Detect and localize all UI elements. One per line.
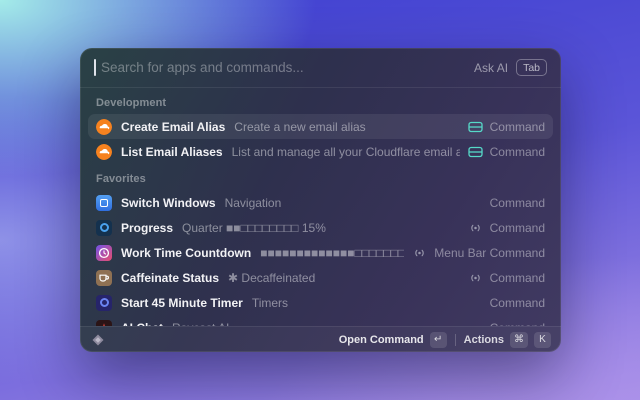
open-command-label: Open Command xyxy=(339,334,424,346)
progress-icon xyxy=(96,220,112,236)
ai-chat-icon xyxy=(96,320,112,327)
actions-button[interactable]: Actions ⌘ K xyxy=(464,332,551,348)
item-type-label: Command xyxy=(490,196,545,210)
item-subtitle: ■■■■■■■■■■■■■□□□□□□□ 63% xyxy=(260,246,404,260)
command-card-icon xyxy=(468,121,483,133)
open-command-button[interactable]: Open Command ↵ xyxy=(339,332,447,348)
search-input[interactable]: Search for apps and commands... Ask AI T… xyxy=(80,48,561,88)
section-header: Favorites xyxy=(88,164,553,190)
item-type-label: Command xyxy=(490,221,545,235)
k-key-badge: K xyxy=(534,332,551,348)
enter-key-badge: ↵ xyxy=(430,332,447,348)
list-item[interactable]: Create Email Alias Create a new email al… xyxy=(88,114,553,139)
item-title: Switch Windows xyxy=(121,196,216,210)
item-title: Start 45 Minute Timer xyxy=(121,296,243,310)
text-caret xyxy=(94,59,96,76)
item-type-label: Command xyxy=(490,145,545,159)
list-item[interactable]: Progress Quarter ■■□□□□□□□□ 15% Command xyxy=(88,215,553,240)
work-time-icon xyxy=(96,245,112,261)
item-subtitle: Quarter ■■□□□□□□□□ 15% xyxy=(182,221,460,235)
raycast-logo-icon xyxy=(90,332,106,348)
broadcast-icon xyxy=(412,247,427,259)
list-section: Favorites Switch Windows Navigation Comm… xyxy=(88,164,553,326)
item-subtitle: Timers xyxy=(252,296,482,310)
list-section: Development Create Email Alias Create a … xyxy=(88,88,553,164)
cloudflare-icon xyxy=(96,119,112,135)
cmd-key-badge: ⌘ xyxy=(510,332,528,348)
raycast-window: Search for apps and commands... Ask AI T… xyxy=(80,48,561,352)
caffeinate-icon xyxy=(96,270,112,286)
item-subtitle: ✱ Decaffeinated xyxy=(228,271,460,285)
item-type-label: Menu Bar Command xyxy=(434,246,545,260)
broadcast-icon xyxy=(468,272,483,284)
command-list: Development Create Email Alias Create a … xyxy=(80,88,561,326)
list-item[interactable]: Caffeinate Status ✱ Decaffeinated Comman… xyxy=(88,265,553,290)
item-subtitle: List and manage all your Cloudflare emai… xyxy=(232,145,460,159)
item-type-label: Command xyxy=(490,271,545,285)
broadcast-icon xyxy=(468,222,483,234)
list-item[interactable]: List Email Aliases List and manage all y… xyxy=(88,139,553,164)
search-placeholder: Search for apps and commands... xyxy=(101,60,474,75)
list-item[interactable]: Switch Windows Navigation Command xyxy=(88,190,553,215)
item-title: Create Email Alias xyxy=(121,120,225,134)
ask-ai-label[interactable]: Ask AI xyxy=(474,61,508,75)
item-type-label: Command xyxy=(490,120,545,134)
actions-label: Actions xyxy=(464,334,504,346)
tab-key-badge: Tab xyxy=(516,59,547,76)
timer-icon xyxy=(96,295,112,311)
item-title: Progress xyxy=(121,221,173,235)
section-header: Development xyxy=(88,88,553,114)
footer-divider xyxy=(455,334,456,346)
list-item[interactable]: Start 45 Minute Timer Timers Command xyxy=(88,290,553,315)
item-title: Work Time Countdown xyxy=(121,246,251,260)
command-card-icon xyxy=(468,146,483,158)
item-subtitle: Create a new email alias xyxy=(234,120,459,134)
item-title: List Email Aliases xyxy=(121,145,223,159)
list-item[interactable]: Work Time Countdown ■■■■■■■■■■■■■□□□□□□□… xyxy=(88,240,553,265)
switch-windows-icon xyxy=(96,195,112,211)
cloudflare-icon xyxy=(96,144,112,160)
item-type-label: Command xyxy=(490,296,545,310)
status-bar: Open Command ↵ Actions ⌘ K xyxy=(80,326,561,352)
item-subtitle: Navigation xyxy=(225,196,482,210)
list-item[interactable]: AI Chat Raycast AI Command xyxy=(88,315,553,326)
item-title: Caffeinate Status xyxy=(121,271,219,285)
